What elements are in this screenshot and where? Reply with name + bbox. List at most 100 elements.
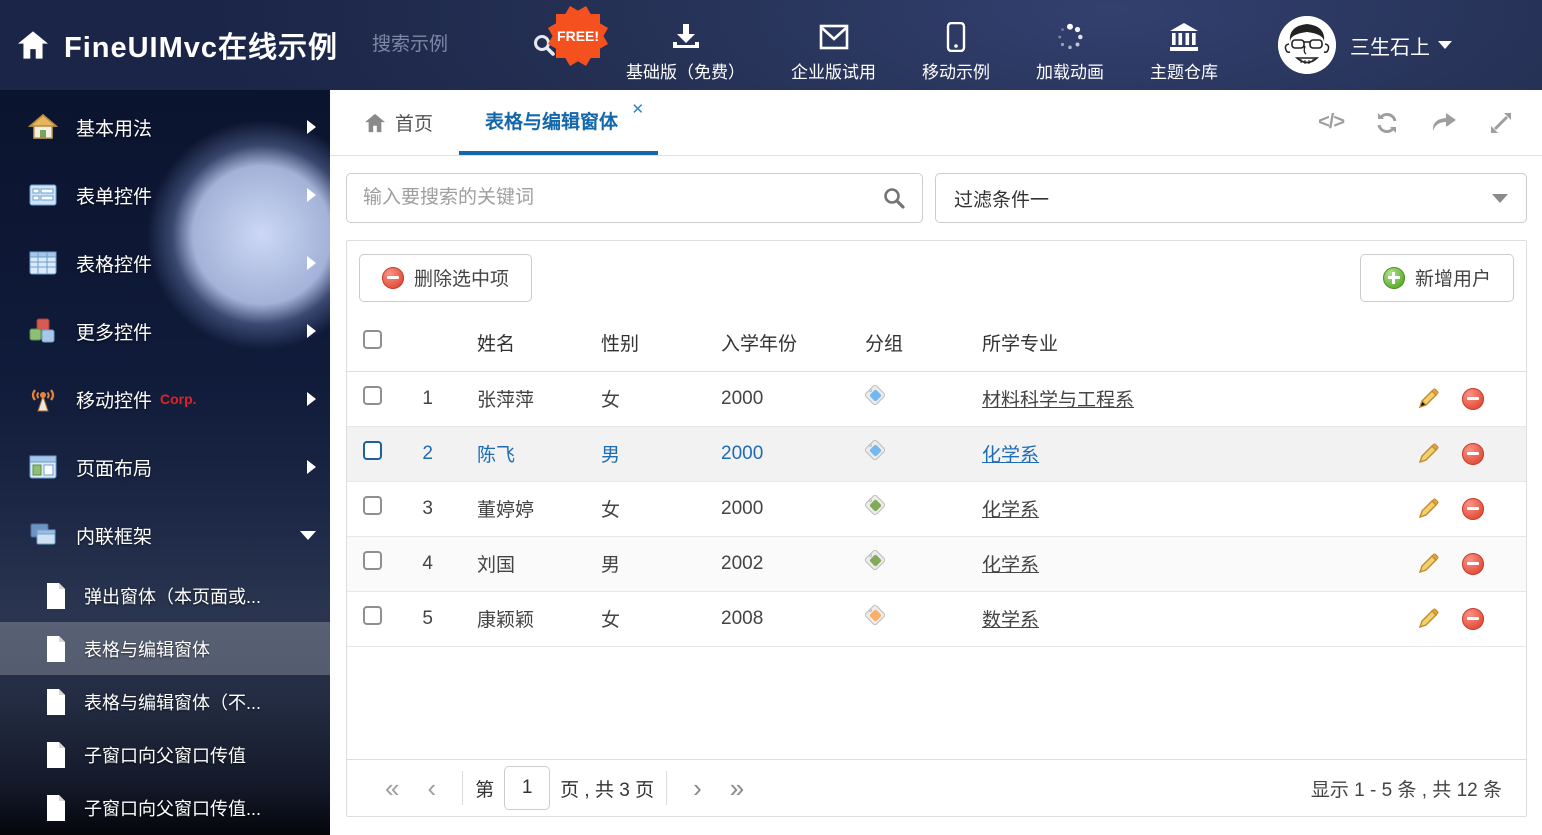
- header-search-input[interactable]: [372, 34, 523, 56]
- last-page-button[interactable]: »: [716, 775, 758, 801]
- nav-basic-free[interactable]: FREE! 基础版（免费）: [547, 5, 745, 83]
- sidebar: 基本用法 表单控件 表格控件 更多控件 移动控件 Corp. 页面布局 内联框架…: [0, 90, 330, 835]
- delete-row-icon[interactable]: [1462, 552, 1484, 575]
- page-number-input[interactable]: [504, 766, 551, 810]
- sidebar-item-iframe[interactable]: 内联框架: [0, 501, 330, 569]
- sidebar-subitem-child-to-parent[interactable]: 子窗口向父窗口传值: [0, 728, 330, 781]
- filter-dropdown[interactable]: 过滤条件一: [935, 173, 1527, 223]
- column-header-major[interactable]: 所学专业: [948, 314, 1416, 372]
- chevron-right-icon: [307, 256, 316, 270]
- row-checkbox[interactable]: [363, 496, 382, 515]
- grid-toolbar: 删除选中项 新增用户: [347, 241, 1526, 314]
- main-content: 首页 表格与编辑窗体 ✕ </> 过滤条件一: [330, 90, 1542, 835]
- delete-selected-button[interactable]: 删除选中项: [359, 253, 533, 302]
- tab-tools: </>: [1318, 90, 1542, 155]
- nav-enterprise-trial[interactable]: 企业版试用: [791, 8, 876, 83]
- view-source-icon[interactable]: </>: [1318, 111, 1345, 134]
- tab-close-icon[interactable]: ✕: [631, 100, 644, 118]
- major-link[interactable]: 化学系: [982, 445, 1039, 466]
- nav-theme-repo[interactable]: 主题仓库: [1150, 8, 1218, 83]
- row-checkbox[interactable]: [363, 441, 382, 460]
- select-all-checkbox[interactable]: [363, 329, 382, 349]
- page-label-prefix: 第: [475, 779, 495, 801]
- major-link[interactable]: 数学系: [982, 610, 1039, 631]
- logo[interactable]: FineUIMvc在线示例: [0, 24, 338, 66]
- header-search[interactable]: [372, 33, 556, 57]
- row-checkbox[interactable]: [363, 606, 382, 625]
- minus-circle-icon: [382, 266, 404, 289]
- sidebar-subitem-popup-window[interactable]: 弹出窗体（本页面或...: [0, 569, 330, 622]
- table-row[interactable]: 1 张萍萍 女 2000 材料科学与工程系: [347, 371, 1526, 427]
- cubes-icon: [28, 316, 58, 346]
- tab-home[interactable]: 首页: [338, 90, 459, 155]
- column-header-name[interactable]: 姓名: [443, 314, 565, 372]
- sidebar-subitem-grid-edit-window-2[interactable]: 表格与编辑窗体（不...: [0, 675, 330, 728]
- search-icon[interactable]: [882, 186, 906, 210]
- sidebar-subitem-child-to-parent-2[interactable]: 子窗口向父窗口传值...: [0, 781, 330, 834]
- envelope-icon: [817, 22, 851, 52]
- dropdown-caret-icon: [1492, 193, 1508, 203]
- sidebar-item-form-controls[interactable]: 表单控件: [0, 161, 330, 229]
- sidebar-item-more-controls[interactable]: 更多控件: [0, 297, 330, 365]
- edit-icon[interactable]: [1416, 552, 1440, 576]
- row-checkbox[interactable]: [363, 386, 382, 405]
- delete-row-icon[interactable]: [1462, 387, 1484, 410]
- sidebar-item-page-layout[interactable]: 页面布局: [0, 433, 330, 501]
- refresh-icon[interactable]: [1374, 110, 1400, 136]
- column-header-group[interactable]: 分组: [833, 314, 948, 372]
- document-icon: [44, 741, 68, 769]
- avatar[interactable]: [1278, 16, 1337, 74]
- edit-icon[interactable]: [1416, 442, 1440, 466]
- edit-icon[interactable]: [1416, 387, 1440, 411]
- table-row[interactable]: 4 刘国 男 2002 化学系: [347, 536, 1526, 592]
- chevron-right-icon: [307, 188, 316, 202]
- app-title: FineUIMvc在线示例: [64, 32, 339, 64]
- column-header-year[interactable]: 入学年份: [685, 314, 833, 372]
- major-link[interactable]: 化学系: [982, 555, 1039, 576]
- major-link[interactable]: 化学系: [982, 500, 1039, 521]
- next-page-button[interactable]: ›: [679, 775, 716, 801]
- form-icon: [28, 180, 58, 210]
- column-header-gender[interactable]: 性别: [565, 314, 685, 372]
- home-icon: [16, 30, 50, 60]
- prev-page-button[interactable]: ‹: [413, 775, 450, 801]
- document-icon: [44, 635, 68, 663]
- major-link[interactable]: 材料科学与工程系: [982, 390, 1134, 411]
- sidebar-item-basic-usage[interactable]: 基本用法: [0, 93, 330, 161]
- filter-row: 过滤条件一: [346, 173, 1527, 223]
- row-checkbox[interactable]: [363, 551, 382, 570]
- delete-row-icon[interactable]: [1462, 607, 1484, 630]
- nav-loading-animation[interactable]: 加载动画: [1036, 8, 1104, 83]
- tab-bar: 首页 表格与编辑窗体 ✕ </>: [330, 90, 1542, 156]
- keyword-search-box[interactable]: [346, 173, 923, 223]
- blue-tag-icon: [863, 383, 887, 407]
- nav-mobile-demo[interactable]: 移动示例: [922, 8, 990, 83]
- user-menu[interactable]: 三生石上: [1278, 16, 1453, 74]
- record-count-summary: 显示 1 - 5 条 , 共 12 条: [1310, 779, 1502, 801]
- table-row[interactable]: 3 董婷婷 女 2000 化学系: [347, 481, 1526, 537]
- sidebar-item-grid-controls[interactable]: 表格控件: [0, 229, 330, 297]
- delete-row-icon[interactable]: [1462, 442, 1484, 465]
- bank-icon: [1167, 22, 1201, 52]
- app-header: FineUIMvc在线示例 FREE! 基础版（免费） 企业版试用: [0, 0, 1542, 90]
- open-new-window-icon[interactable]: [1430, 111, 1458, 135]
- add-user-button[interactable]: 新增用户: [1359, 253, 1514, 302]
- sidebar-subitem-grid-edit-window[interactable]: 表格与编辑窗体: [0, 622, 330, 675]
- user-caret-icon: [1438, 41, 1453, 49]
- divider: [462, 771, 464, 805]
- antenna-icon: [28, 384, 58, 414]
- tab-grid-edit-window[interactable]: 表格与编辑窗体 ✕: [459, 90, 659, 155]
- chevron-down-icon: [300, 530, 316, 540]
- green-tag-icon: [863, 493, 887, 517]
- sidebar-item-mobile-controls[interactable]: 移动控件 Corp.: [0, 365, 330, 433]
- delete-row-icon[interactable]: [1462, 497, 1484, 520]
- edit-icon[interactable]: [1416, 497, 1440, 521]
- edit-icon[interactable]: [1416, 607, 1440, 631]
- table-row-selected[interactable]: 2 陈飞 男 2000 化学系: [347, 426, 1526, 482]
- blue-tag-icon: [863, 438, 887, 462]
- fullscreen-icon[interactable]: [1488, 110, 1514, 136]
- table-row[interactable]: 5 康颖颖 女 2008 数学系: [347, 591, 1526, 647]
- keyword-search-input[interactable]: [363, 187, 882, 209]
- green-tag-icon: [863, 548, 887, 572]
- first-page-button[interactable]: «: [371, 775, 413, 801]
